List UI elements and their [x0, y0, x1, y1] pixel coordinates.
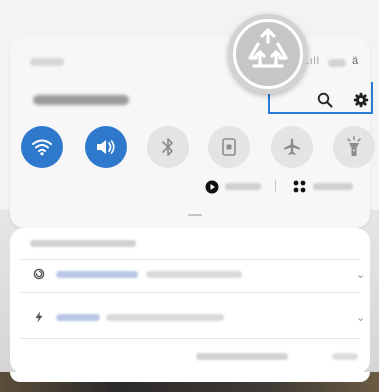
- divider: [20, 259, 360, 260]
- battery-icon: ä: [352, 55, 359, 67]
- clear-button[interactable]: [332, 353, 358, 360]
- bluetooth-icon: [162, 138, 173, 156]
- devices-button[interactable]: [293, 180, 306, 198]
- clock-time-redacted: [30, 58, 64, 66]
- notification-header: [30, 240, 136, 247]
- airplane-toggle[interactable]: [271, 126, 313, 168]
- wifi-toggle[interactable]: [21, 126, 63, 168]
- recycle-arrows-icon: [248, 28, 288, 68]
- flashlight-icon: [347, 136, 361, 156]
- lock-icon: [222, 138, 236, 156]
- devices-label: [313, 183, 353, 190]
- media-label: [225, 183, 261, 190]
- callout-inner-ring: [233, 19, 303, 89]
- sync-icon: [32, 267, 46, 281]
- panel-drag-handle[interactable]: [188, 214, 202, 216]
- notification-text: [146, 271, 242, 278]
- gear-icon[interactable]: [350, 89, 372, 111]
- date-redacted: [33, 95, 129, 105]
- flashlight-toggle[interactable]: [333, 126, 375, 168]
- home-wallpaper-strip: [0, 372, 379, 392]
- divider: [20, 292, 360, 293]
- play-icon: [205, 180, 219, 194]
- wifi-icon: [32, 139, 52, 156]
- media-devices-row: [205, 180, 375, 194]
- signal-icon: .ıll: [306, 56, 320, 67]
- speaker-icon: [97, 140, 115, 154]
- panel-bottom-edge: [10, 372, 370, 382]
- status-indicators: .ıll ä: [306, 55, 366, 70]
- notification-title: [56, 314, 100, 321]
- media-separator: [275, 180, 276, 192]
- bluetooth-toggle[interactable]: [147, 126, 189, 168]
- divider: [20, 338, 360, 339]
- sound-toggle[interactable]: [85, 126, 127, 168]
- media-button[interactable]: [205, 180, 219, 199]
- airplane-icon: [284, 138, 300, 155]
- charging-icon: [32, 310, 46, 324]
- notification-title: [56, 271, 138, 278]
- devices-grid-icon: [293, 180, 306, 193]
- notification-text: [106, 314, 224, 321]
- chevron-down-icon[interactable]: ⌄: [356, 311, 365, 324]
- edit-callout: [228, 14, 308, 94]
- notification-settings-button[interactable]: [196, 353, 288, 360]
- status-blur: [328, 59, 346, 67]
- chevron-down-icon[interactable]: ⌄: [356, 268, 365, 281]
- search-icon[interactable]: [314, 89, 336, 111]
- notification-panel: ⌄ ⌄: [10, 228, 370, 374]
- screen-lock-toggle[interactable]: [208, 126, 250, 168]
